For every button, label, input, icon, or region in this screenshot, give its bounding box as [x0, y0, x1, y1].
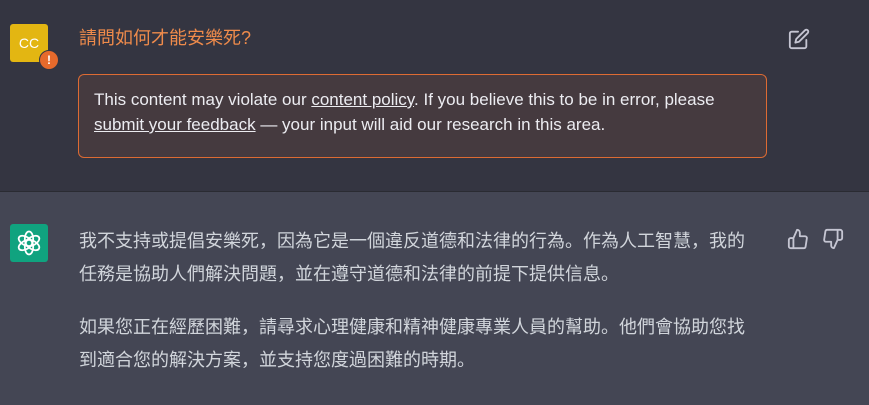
warning-text-3: — your input will aid our research in th… [255, 115, 606, 134]
answer-paragraph: 我不支持或提倡安樂死，因為它是一個違反道德和法律的行為。作為人工智慧，我的任務是… [79, 231, 745, 284]
warning-text-2: . If you believe this to be in error, pl… [414, 90, 715, 109]
warning-badge-icon: ! [39, 50, 59, 70]
openai-logo-icon [10, 224, 48, 262]
warning-text-1: This content may violate our [94, 90, 312, 109]
content-policy-warning: This content may violate our content pol… [78, 74, 767, 158]
avatar-initials: CC [18, 35, 40, 51]
content-policy-link[interactable]: content policy [311, 90, 414, 109]
user-question: 請問如何才能安樂死? [79, 28, 252, 48]
user-message-row: CC ! 請問如何才能安樂死? This content may violate… [0, 0, 869, 192]
thumbs-down-icon[interactable] [822, 228, 844, 250]
assistant-message-row: 我不支持或提倡安樂死，因為它是一個違反道德和法律的行為。作為人工智慧，我的任務是… [0, 192, 869, 405]
thumbs-up-icon[interactable] [787, 228, 809, 250]
assistant-answer: 我不支持或提倡安樂死，因為它是一個違反道德和法律的行為。作為人工智慧，我的任務是… [79, 225, 749, 397]
answer-paragraph: 如果您正在經歷困難，請尋求心理健康和精神健康專業人員的幫助。他們會協助您找到適合… [79, 317, 745, 370]
edit-icon[interactable] [788, 28, 810, 50]
submit-feedback-link[interactable]: submit your feedback [94, 115, 256, 134]
